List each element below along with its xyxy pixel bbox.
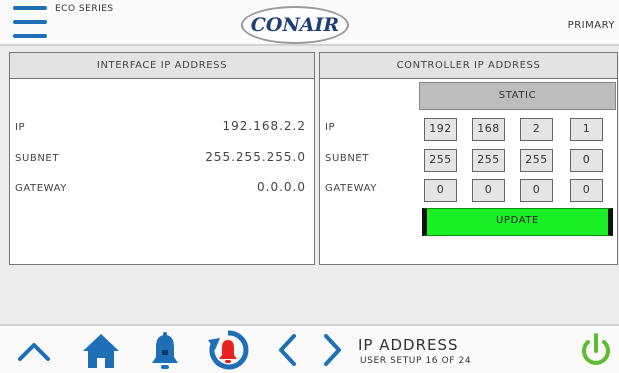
interface-panel-title: INTERFACE IP ADDRESS bbox=[10, 53, 314, 79]
screen-title: IP ADDRESS bbox=[358, 336, 459, 354]
interface-subnet-label: SUBNET bbox=[15, 153, 60, 164]
interface-ip-label: IP bbox=[15, 122, 26, 133]
conair-logo: CONAIR bbox=[241, 6, 349, 44]
chevron-left-icon[interactable] bbox=[276, 326, 300, 373]
gateway-octet-1-field[interactable]: 0 bbox=[424, 179, 457, 202]
alarm-reset-icon[interactable] bbox=[206, 326, 250, 373]
power-icon[interactable] bbox=[578, 326, 614, 373]
controller-ip-panel: CONTROLLER IP ADDRESS STATIC IP 192 168 … bbox=[319, 52, 618, 265]
chevron-right-icon[interactable] bbox=[320, 326, 344, 373]
mode-label: PRIMARY bbox=[567, 20, 615, 31]
chevron-up-icon[interactable] bbox=[14, 326, 54, 373]
subnet-octet-3-field[interactable]: 255 bbox=[520, 149, 553, 172]
logo-text: CONAIR bbox=[250, 14, 340, 36]
controller-panel-title: CONTROLLER IP ADDRESS bbox=[320, 53, 617, 79]
gateway-octet-4-field[interactable]: 0 bbox=[570, 179, 603, 202]
controller-gateway-label: GATEWAY bbox=[325, 183, 377, 194]
ip-octet-3-field[interactable]: 2 bbox=[520, 118, 553, 141]
series-label: ECO SERIES bbox=[55, 4, 114, 14]
footer-bar: IP ADDRESS USER SETUP 16 OF 24 bbox=[0, 324, 619, 373]
home-icon[interactable] bbox=[80, 326, 122, 373]
static-mode-button[interactable]: STATIC bbox=[419, 82, 616, 110]
interface-ip-panel: INTERFACE IP ADDRESS IP 192.168.2.2 SUBN… bbox=[9, 52, 315, 265]
update-button[interactable]: UPDATE bbox=[422, 208, 613, 236]
bell-icon[interactable] bbox=[148, 326, 182, 373]
ip-octet-1-field[interactable]: 192 bbox=[424, 118, 457, 141]
screen-subtitle: USER SETUP 16 OF 24 bbox=[360, 356, 472, 366]
subnet-octet-4-field[interactable]: 0 bbox=[570, 149, 603, 172]
gateway-octet-2-field[interactable]: 0 bbox=[472, 179, 505, 202]
controller-subnet-label: SUBNET bbox=[325, 153, 370, 164]
interface-gateway-label: GATEWAY bbox=[15, 183, 67, 194]
menu-icon[interactable] bbox=[13, 3, 47, 41]
interface-ip-value: 192.168.2.2 bbox=[222, 119, 306, 133]
subnet-octet-1-field[interactable]: 255 bbox=[424, 149, 457, 172]
controller-ip-label: IP bbox=[325, 122, 336, 133]
subnet-octet-2-field[interactable]: 255 bbox=[472, 149, 505, 172]
interface-gateway-value: 0.0.0.0 bbox=[257, 180, 306, 194]
ip-octet-2-field[interactable]: 168 bbox=[472, 118, 505, 141]
header-bar: ECO SERIES CONAIR PRIMARY bbox=[0, 0, 619, 46]
interface-subnet-value: 255.255.255.0 bbox=[205, 150, 306, 164]
ip-octet-4-field[interactable]: 1 bbox=[570, 118, 603, 141]
gateway-octet-3-field[interactable]: 0 bbox=[520, 179, 553, 202]
